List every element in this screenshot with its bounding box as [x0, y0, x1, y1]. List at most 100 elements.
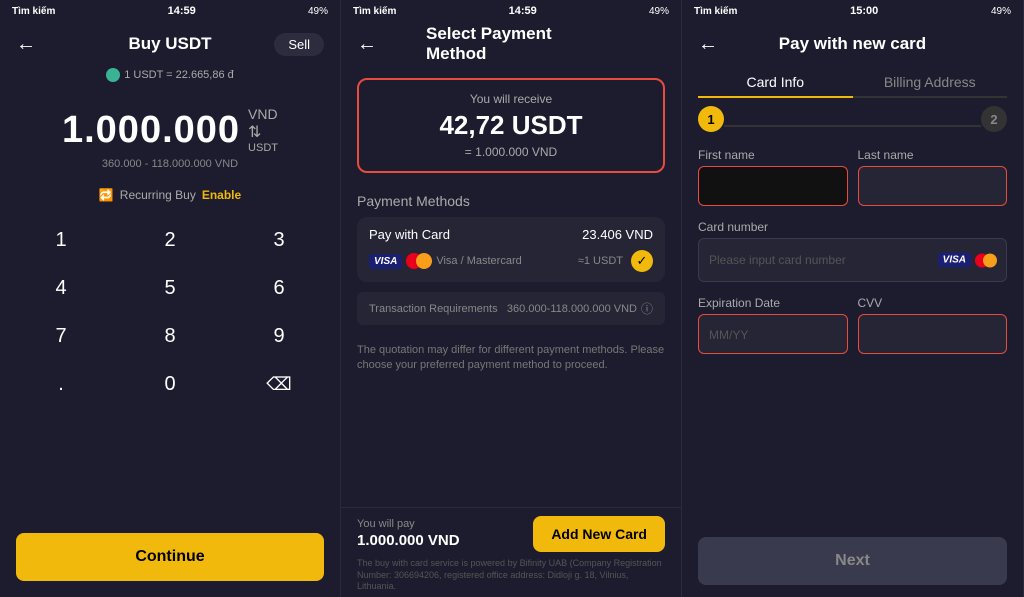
receive-label: You will receive	[371, 92, 651, 106]
card-right: ≈1 USDT ✓	[578, 250, 653, 272]
cvv-group: CVV	[858, 296, 1008, 354]
visa-logo: VISA	[369, 254, 402, 269]
step-indicators: 1 2	[682, 98, 1023, 136]
status-right-2: 49%	[649, 6, 669, 17]
expiry-label: Expiration Date	[698, 296, 848, 310]
key-7[interactable]: 7	[16, 314, 106, 358]
tab-card-info[interactable]: Card Info	[698, 74, 853, 96]
amount-display: 1.000.000 VND ⇅ USDT	[0, 106, 340, 154]
panel-pay-new-card: Tìm kiếm 15:00 49% ← Pay with new card C…	[682, 0, 1024, 597]
header-1: ← Buy USDT Sell	[0, 22, 340, 66]
coin-icon	[106, 68, 120, 82]
status-bar-3: Tìm kiếm 15:00 49%	[682, 0, 1023, 22]
expiry-input[interactable]	[698, 314, 848, 354]
receive-vnd: = 1.000.000 VND	[371, 145, 651, 159]
panel2-footer: You will pay 1.000.000 VND Add New Card …	[341, 507, 681, 597]
quotation-text: The quotation may differ for different p…	[357, 343, 665, 374]
status-center-3: 15:00	[850, 5, 878, 17]
status-bar-1: Tìm kiếm 14:59 49%	[0, 0, 340, 22]
card-number-wrapper: VISA	[698, 238, 1007, 282]
cvv-input[interactable]	[858, 314, 1008, 354]
key-5[interactable]: 5	[125, 266, 215, 310]
you-will-pay-group: You will pay 1.000.000 VND	[357, 518, 460, 549]
amount-number: 1.000.000	[62, 109, 240, 152]
card-bottom-row: VISA Visa / Mastercard ≈1 USDT ✓	[369, 250, 653, 272]
rate-text: 1 USDT = 22.665,86 đ	[124, 69, 234, 81]
page-title-3: Pay with new card	[779, 34, 926, 54]
swap-icon[interactable]: ⇅	[248, 122, 261, 142]
key-1[interactable]: 1	[16, 218, 106, 262]
transaction-requirements: Transaction Requirements 360.000-118.000…	[357, 292, 665, 325]
add-new-card-button[interactable]: Add New Card	[533, 516, 665, 552]
you-will-pay-label: You will pay	[357, 518, 460, 530]
footer-row: You will pay 1.000.000 VND Add New Card	[357, 516, 665, 552]
mastercard-logo	[406, 253, 432, 269]
you-will-pay-amount: 1.000.000 VND	[357, 532, 460, 549]
range-text: 360.000 - 118.000.000 VND	[0, 158, 340, 170]
trans-req-label: Transaction Requirements	[369, 303, 498, 315]
receive-box: You will receive 42,72 USDT = 1.000.000 …	[357, 78, 665, 173]
header-3: ← Pay with new card	[682, 22, 1023, 66]
mc-circle-orange	[416, 253, 432, 269]
tab-billing-address[interactable]: Billing Address	[853, 74, 1008, 96]
payment-methods-title: Payment Methods	[341, 193, 681, 209]
keypad: 1 2 3 4 5 6 7 8 9 . 0 ⌫	[0, 218, 340, 525]
card-logos-overlay: VISA	[938, 253, 997, 268]
next-button[interactable]: Next	[698, 537, 1007, 585]
back-button-2[interactable]: ←	[357, 33, 377, 56]
footer-legal-text: The buy with card service is powered by …	[357, 558, 665, 593]
back-button-3[interactable]: ←	[698, 33, 718, 56]
page-title-1: Buy USDT	[128, 34, 211, 54]
status-left-1: Tìm kiếm	[12, 6, 55, 17]
key-8[interactable]: 8	[125, 314, 215, 358]
status-left-2: Tìm kiếm	[353, 6, 396, 17]
mc-logo-card	[975, 253, 997, 267]
step-line	[724, 125, 981, 127]
recurring-label: Recurring Buy	[120, 188, 196, 202]
card-number-label: Card number	[698, 220, 1007, 234]
key-2[interactable]: 2	[125, 218, 215, 262]
expiry-group: Expiration Date	[698, 296, 848, 354]
status-center-1: 14:59	[168, 5, 196, 17]
card-number-group: Card number VISA	[698, 220, 1007, 282]
status-right-3: 49%	[991, 6, 1011, 17]
key-4[interactable]: 4	[16, 266, 106, 310]
pay-amount: 23.406 VND	[582, 227, 653, 242]
visa-logo-card: VISA	[938, 253, 971, 268]
back-button-1[interactable]: ←	[16, 33, 36, 56]
continue-button[interactable]: Continue	[16, 533, 324, 581]
last-name-input[interactable]	[858, 166, 1008, 206]
last-name-label: Last name	[858, 148, 1008, 162]
receive-amount: 42,72 USDT	[371, 110, 651, 141]
step-2-circle: 2	[981, 106, 1007, 132]
usdt-equiv: ≈1 USDT	[578, 255, 623, 267]
sell-button[interactable]: Sell	[274, 33, 324, 56]
enable-button[interactable]: Enable	[202, 188, 241, 202]
first-name-label: First name	[698, 148, 848, 162]
first-name-input[interactable]	[698, 166, 848, 206]
exchange-rate: 1 USDT = 22.665,86 đ	[0, 68, 340, 82]
panel-buy-usdt: Tìm kiếm 14:59 49% ← Buy USDT Sell 1 USD…	[0, 0, 341, 597]
pay-with-card-label: Pay with Card	[369, 227, 450, 242]
panel-select-payment: Tìm kiếm 14:59 49% ← Select Payment Meth…	[341, 0, 682, 597]
key-9[interactable]: 9	[234, 314, 324, 358]
tab-header: Card Info Billing Address	[682, 66, 1023, 96]
header-2: ← Select Payment Method	[341, 22, 681, 66]
card-types-text: Visa / Mastercard	[436, 255, 521, 267]
trans-req-value: 360.000-118.000.000 VND ⓘ	[507, 300, 653, 317]
key-6[interactable]: 6	[234, 266, 324, 310]
payment-card-top: Pay with Card 23.406 VND	[369, 227, 653, 242]
key-dot[interactable]: .	[16, 362, 106, 406]
key-0[interactable]: 0	[125, 362, 215, 406]
step-1-circle: 1	[698, 106, 724, 132]
status-center-2: 14:59	[509, 5, 537, 17]
payment-card-option[interactable]: Pay with Card 23.406 VND VISA Visa / Mas…	[357, 217, 665, 282]
card-logos: VISA Visa / Mastercard	[369, 253, 522, 269]
keypad-row-3: 7 8 9	[16, 314, 324, 358]
key-delete[interactable]: ⌫	[234, 362, 324, 406]
key-3[interactable]: 3	[234, 218, 324, 262]
recurring-row: 🔁 Recurring Buy Enable	[0, 188, 340, 202]
status-right-1: 49%	[308, 6, 328, 17]
keypad-row-4: . 0 ⌫	[16, 362, 324, 406]
expiry-cvv-row: Expiration Date CVV	[698, 296, 1007, 354]
